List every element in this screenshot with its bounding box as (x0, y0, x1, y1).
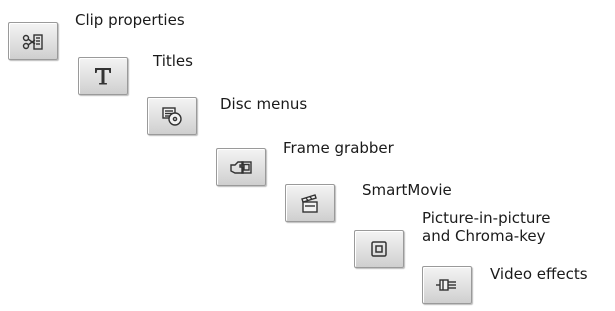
video-effects-button[interactable] (422, 266, 472, 304)
disc-menus-button[interactable] (147, 97, 197, 135)
clip-properties-label: Clip properties (75, 11, 185, 29)
video-effects-icon (435, 273, 459, 297)
smartmovie-icon (298, 191, 322, 215)
clip-properties-button[interactable] (8, 22, 58, 60)
picture-in-picture-label: Picture-in-picture and Chroma-key (422, 209, 550, 245)
picture-in-picture-label-line-1: Picture-in-picture (422, 209, 551, 227)
smartmovie-button[interactable] (285, 184, 335, 222)
disc-menus-label: Disc menus (220, 95, 308, 113)
smartmovie-label: SmartMovie (362, 181, 452, 199)
frame-grabber-button[interactable] (216, 148, 266, 186)
frame-grabber-icon (229, 155, 253, 179)
titles-icon (91, 64, 115, 88)
picture-in-picture-label-line-2: and Chroma-key (422, 227, 546, 245)
titles-button[interactable] (78, 57, 128, 95)
frame-grabber-label: Frame grabber (283, 139, 394, 157)
picture-in-picture-button[interactable] (354, 230, 404, 268)
clip-properties-icon (21, 29, 45, 53)
disc-menus-icon (160, 104, 184, 128)
titles-label: Titles (153, 52, 193, 70)
picture-in-picture-icon (367, 237, 391, 261)
video-effects-label: Video effects (490, 265, 588, 283)
